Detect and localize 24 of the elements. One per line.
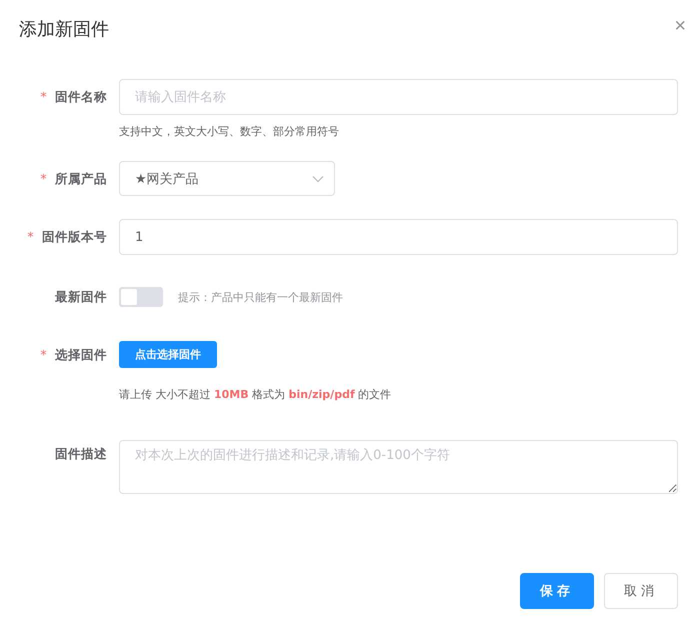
chevron-down-icon xyxy=(312,174,324,182)
dialog-title: 添加新固件 xyxy=(19,18,109,41)
save-button[interactable]: 保存 xyxy=(520,573,594,609)
input-field[interactable]: 1 xyxy=(119,219,678,255)
description-field[interactable]: 对本次上次的固件进行描述和记录,请输入0-100个字符 xyxy=(119,440,678,494)
field-label: 所属产品 xyxy=(55,171,107,186)
field-label: 固件版本号 xyxy=(42,229,107,244)
close-button[interactable]: × xyxy=(674,16,686,36)
switch-tip: 提示：产品中只能有一个最新固件 xyxy=(178,290,343,304)
field-label: 固件描述 xyxy=(55,446,107,461)
required-mark: * xyxy=(40,89,47,104)
cancel-button[interactable]: 取消 xyxy=(604,573,678,609)
required-mark: * xyxy=(27,229,34,244)
toggle-switch[interactable] xyxy=(119,287,163,307)
required-mark: * xyxy=(40,171,47,186)
field-label: 最新固件 xyxy=(55,289,107,304)
upload-button[interactable]: 点击选择固件 xyxy=(119,341,217,368)
field-label: 固件名称 xyxy=(55,89,107,104)
upload-hint: 请上传 大小不超过 10MB 格式为 bin/zip/pdf 的文件 xyxy=(119,387,392,402)
required-mark: * xyxy=(40,347,47,362)
product-select[interactable]: ★网关产品 xyxy=(119,161,335,196)
field-hint: 支持中文，英文大小写、数字、部分常用符号 xyxy=(119,124,340,139)
input-field[interactable]: 请输入固件名称 xyxy=(119,79,678,115)
field-label: 选择固件 xyxy=(55,347,107,362)
